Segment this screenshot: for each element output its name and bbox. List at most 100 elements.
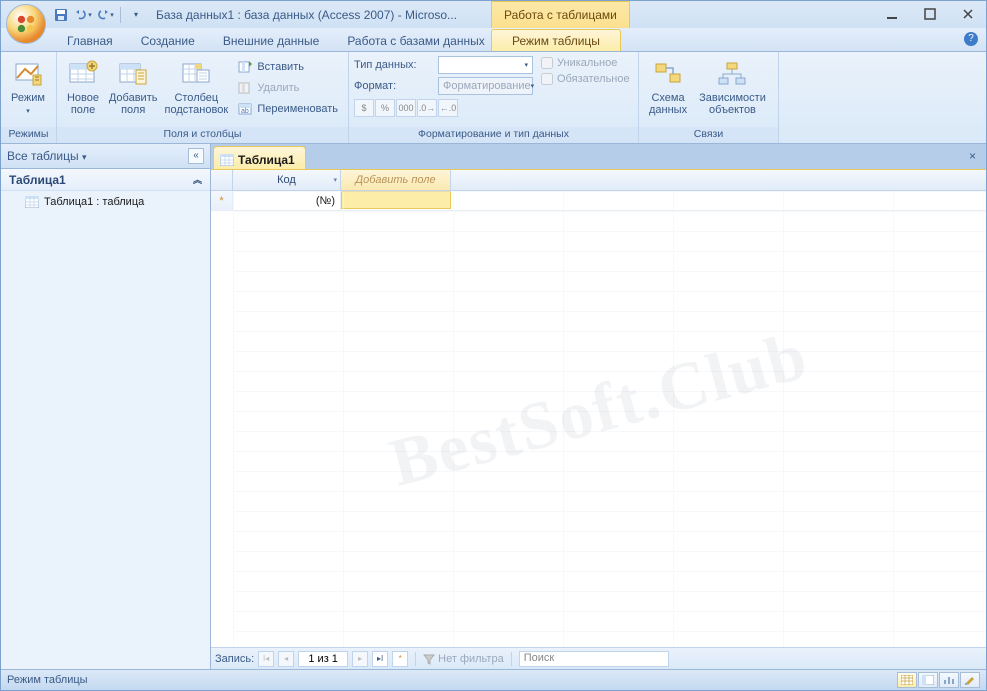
workspace: Все таблицы ▾ « Таблица1 ︽ Таблица1 : та… [1, 144, 986, 669]
tab-create[interactable]: Создание [127, 30, 209, 51]
record-new-button[interactable]: * [392, 651, 408, 667]
rename-icon: ab [237, 101, 253, 117]
percent-format-button[interactable]: % [375, 99, 395, 117]
group-label-relationships: Связи [639, 127, 778, 143]
nav-pane-header[interactable]: Все таблицы ▾ « [1, 144, 210, 169]
tab-home[interactable]: Главная [53, 30, 127, 51]
insert-label: Вставить [257, 61, 304, 73]
nav-item-table1[interactable]: Таблица1 : таблица [1, 191, 210, 213]
record-last-button[interactable]: ▸I [372, 651, 388, 667]
record-prev-button[interactable]: ◂ [278, 651, 294, 667]
filter-icon [423, 653, 435, 665]
insert-button[interactable]: Вставить [232, 57, 343, 77]
format-icons-row: $ % 000 .0→ ←.0 [354, 99, 533, 117]
document-close-button[interactable]: × [965, 149, 980, 164]
record-search-input[interactable]: Поиск [519, 651, 669, 667]
record-navigation-bar: Запись: I◂ ◂ ▸ ▸I * Нет фильтра Поиск [211, 647, 986, 669]
view-button[interactable]: Режим▾ [6, 55, 50, 119]
undo-icon [74, 9, 88, 21]
lookup-label: Столбец подстановок [165, 92, 229, 116]
tab-external-data[interactable]: Внешние данные [209, 30, 334, 51]
tab-database-tools[interactable]: Работа с базами данных [333, 30, 498, 51]
object-deps-button[interactable]: Зависимости объектов [694, 55, 771, 117]
delete-icon [237, 80, 253, 96]
help-button[interactable]: ? [964, 32, 978, 46]
ribbon: Режим▾ Режимы Новое поле Добавить поля С… [1, 52, 986, 144]
new-field-icon [67, 58, 99, 90]
format-select[interactable]: Форматирование▾ [438, 77, 533, 95]
navigation-pane: Все таблицы ▾ « Таблица1 ︽ Таблица1 : та… [1, 144, 211, 669]
record-first-button[interactable]: I◂ [258, 651, 274, 667]
thousand-format-button[interactable]: 000 [396, 99, 416, 117]
record-position-input[interactable] [298, 651, 348, 667]
close-button[interactable] [955, 5, 981, 23]
minimize-button[interactable] [879, 5, 905, 23]
group-label-views: Режимы [1, 127, 56, 143]
maximize-button[interactable] [917, 5, 943, 23]
new-field-button[interactable]: Новое поле [62, 55, 104, 117]
unique-checkbox[interactable]: Уникальное [541, 57, 630, 69]
currency-format-button[interactable]: $ [354, 99, 374, 117]
datasheet-view-icon [901, 675, 913, 685]
new-field-label: Новое поле [67, 92, 99, 116]
design-view-icon [964, 675, 976, 685]
ribbon-tabs: Главная Создание Внешние данные Работа с… [1, 28, 986, 52]
deps-label: Зависимости объектов [699, 92, 766, 116]
relationships-label: Схема данных [649, 92, 687, 116]
nav-group-header[interactable]: Таблица1 ︽ [1, 169, 210, 191]
window-title: База данных1 : база данных (Access 2007)… [156, 8, 457, 22]
lookup-icon [180, 58, 212, 90]
view-datasheet-button[interactable] [897, 672, 917, 688]
filter-indicator[interactable]: Нет фильтра [423, 653, 504, 665]
datasheet: BestSoft.Club Код▾ Добавить поле * (№) [211, 169, 986, 647]
rename-button[interactable]: ab Переименовать [232, 99, 343, 119]
column-header-id[interactable]: Код▾ [233, 170, 341, 190]
add-fields-label: Добавить поля [109, 92, 158, 116]
qat-customize-button[interactable]: ▾ [126, 5, 146, 25]
row-selector-new[interactable]: * [211, 191, 233, 210]
qat-separator [120, 7, 121, 23]
format-label: Формат: [354, 80, 434, 92]
close-icon [962, 8, 974, 20]
redo-icon [96, 9, 110, 21]
view-design-button[interactable] [960, 672, 980, 688]
view-pivottable-button[interactable] [918, 672, 938, 688]
column-header-add-field[interactable]: Добавить поле [341, 170, 451, 190]
quick-access-toolbar: ▾ ▾ ▾ [51, 1, 146, 28]
select-all-corner[interactable] [211, 170, 233, 190]
rename-label: Переименовать [257, 103, 338, 115]
delete-button: Удалить [232, 78, 343, 98]
nav-collapse-button[interactable]: « [188, 148, 204, 164]
chevron-down-icon: ▾ [82, 152, 87, 162]
record-next-button[interactable]: ▸ [352, 651, 368, 667]
view-label: Режим [11, 92, 45, 104]
office-button[interactable] [6, 4, 46, 44]
decrease-decimals-button[interactable]: ←.0 [438, 99, 458, 117]
view-pivotchart-button[interactable] [939, 672, 959, 688]
add-fields-button[interactable]: Добавить поля [106, 55, 160, 117]
table-icon [25, 196, 39, 208]
datatype-select[interactable]: ▾ [438, 56, 533, 74]
save-icon [54, 8, 68, 22]
qat-save-button[interactable] [51, 5, 71, 25]
column-headers: Код▾ Добавить поле [211, 170, 986, 191]
document-tab-table1[interactable]: Таблица1 [213, 146, 306, 169]
relationships-icon [652, 58, 684, 90]
ribbon-group-views: Режим▾ Режимы [1, 52, 57, 143]
insert-icon [237, 59, 253, 75]
svg-text:ab: ab [241, 108, 249, 115]
window-controls [879, 5, 981, 23]
relationships-button[interactable]: Схема данных [644, 55, 692, 117]
tab-datasheet[interactable]: Режим таблицы [491, 29, 621, 51]
increase-decimals-button[interactable]: .0→ [417, 99, 437, 117]
required-checkbox[interactable]: Обязательное [541, 73, 630, 85]
document-area: Таблица1 × BestSoft.Club Код▾ Добавить п… [211, 144, 986, 669]
chevron-up-icon: ︽ [193, 173, 202, 186]
group-label-fields: Поля и столбцы [57, 127, 348, 143]
view-shortcuts [897, 672, 980, 688]
lookup-column-button[interactable]: Столбец подстановок [162, 55, 230, 117]
maximize-icon [924, 8, 936, 20]
qat-redo-button[interactable]: ▾ [95, 5, 115, 25]
qat-undo-button[interactable]: ▾ [73, 5, 93, 25]
grid-background [233, 191, 986, 647]
